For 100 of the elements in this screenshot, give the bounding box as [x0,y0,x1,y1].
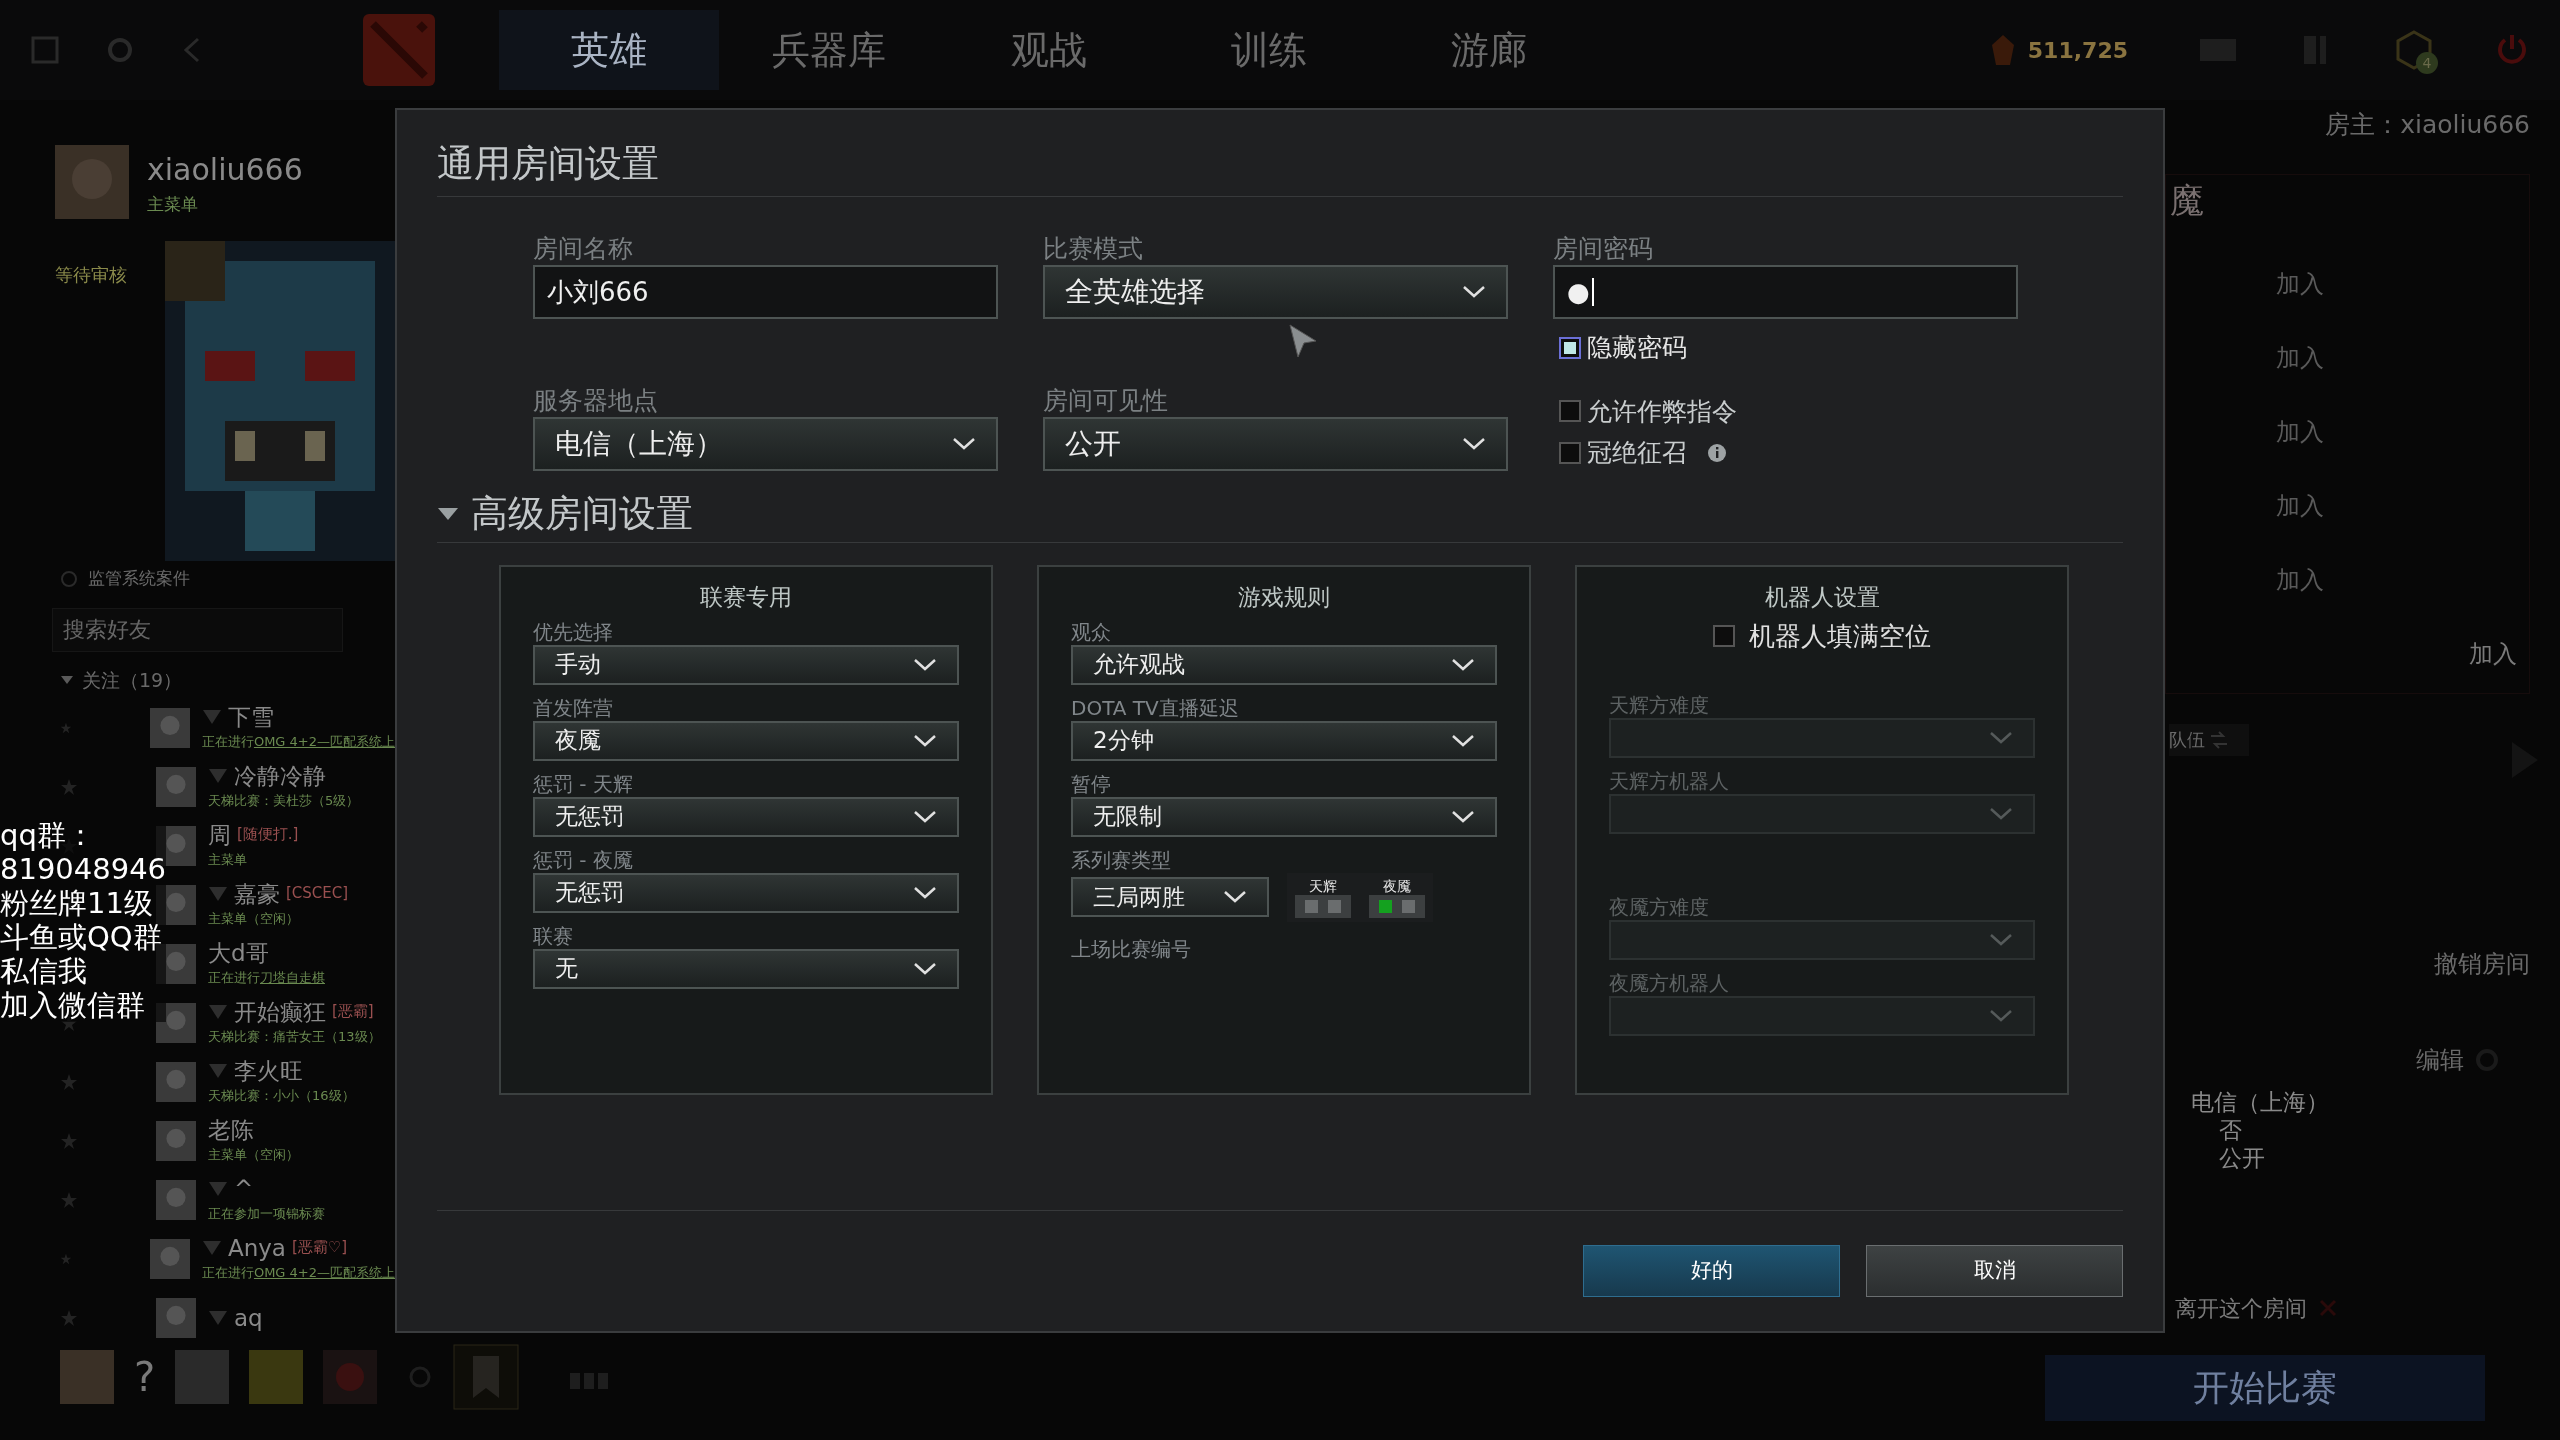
username: xiaoliu666 [147,150,303,189]
cursor-icon [1288,323,1318,359]
hexagon-icon[interactable] [2394,30,2434,70]
group-header[interactable]: 关注（19） [82,665,183,694]
join-link[interactable]: 加入 [2276,339,2324,376]
dropdown[interactable]: 无惩罚 [533,872,959,913]
help-icon[interactable]: ? [134,1347,156,1407]
info-value: 否 [2218,1115,2243,1144]
cancel-room-link[interactable]: 撤销房间 [2434,945,2530,982]
checkbox[interactable] [1559,336,1581,359]
avatar [149,1238,190,1279]
friend-status: 主菜单（空闲） [208,909,299,928]
friend-name: 嘉豪 [234,879,280,908]
chevron-down-icon [952,436,976,451]
game-link[interactable]: 刀塔自走棋 [260,966,325,989]
overlay-text: 819048946 [0,852,167,886]
close-icon[interactable] [2319,1299,2337,1317]
dropdown[interactable]: 允许观战 [1071,644,1497,685]
friend-status: 天梯比赛：小小（16级） [208,1086,355,1105]
chevron-down-icon [1462,285,1486,299]
field-label: 房间可见性 [1043,384,1169,417]
friend-name: 老陈 [208,1115,254,1144]
edit-link[interactable]: 编辑 [2416,1041,2464,1078]
section-toggle[interactable]: 高级房间设置 [437,489,2123,538]
join-link[interactable]: 加入 [2276,561,2324,598]
join-link[interactable]: 加入 [2469,635,2517,672]
overlay-text: 粉丝牌11级 [0,886,153,920]
dropdown[interactable]: 2分钟 [1071,720,1497,761]
overlay-text: 加入微信群 [0,988,145,1022]
team-label: 夜魇 [1383,876,1411,895]
field-label: 服务器地点 [533,384,659,417]
friend-status: 天梯比赛：美杜莎（5级） [208,791,360,810]
friend-name: 下雪 [227,702,274,731]
checkbox[interactable] [1713,625,1735,647]
checkbox-label: 冠绝征召 [1587,437,1687,469]
chevron-down-icon [913,885,937,900]
ok-button[interactable]: 好的 [1583,1245,1840,1297]
friend-name: aq [234,1303,263,1332]
chevron-down-icon [1989,806,2013,821]
field-label: 惩罚 - 天辉 [533,770,634,797]
nav-tab[interactable]: 游廊 [1379,10,1599,90]
nav-tab[interactable]: 英雄 [499,10,719,90]
friend-status: 正在进行 [201,732,254,751]
avatar [323,1350,378,1404]
input-field[interactable]: ● [1553,265,2018,319]
dropdown[interactable]: 电信（上海） [533,416,998,471]
game-link[interactable]: OMG 4+2—匹配系统上 [253,1261,395,1284]
field-label: 惩罚 - 夜魇 [533,846,634,873]
star-icon[interactable] [60,1131,78,1150]
checkbox[interactable] [1559,400,1581,423]
leave-room-link[interactable]: 离开这个房间 [2175,1291,2307,1325]
friend-name: 开始癫狂 [234,997,326,1026]
field-label: 优先选择 [533,618,614,645]
star-icon[interactable] [60,1190,78,1209]
star-icon[interactable] [60,1308,78,1327]
join-link[interactable]: 加入 [2276,265,2324,302]
dropdown[interactable]: 全英雄选择 [1043,265,1508,319]
swap-team-button[interactable]: 队伍 [2169,723,2249,756]
panel-title: 机器人设置 [1764,582,1880,612]
search-field[interactable]: 搜索好友 [52,607,343,652]
dropdown[interactable]: 无 [533,948,959,989]
dropdown[interactable]: 公开 [1043,416,1508,471]
friend-name: 冷静冷静 [234,761,326,790]
panel-title: 游戏规则 [1238,582,1330,612]
avatar [249,1350,304,1404]
field-label: 房间名称 [533,233,634,265]
cancel-button[interactable]: 取消 [1866,1245,2123,1297]
join-link[interactable]: 加入 [2276,487,2324,524]
star-icon[interactable] [60,1072,78,1091]
dropdown[interactable]: 三局两胜 [1071,877,1269,917]
game-link[interactable]: OMG 4+2—匹配系统上 [253,730,395,753]
chevron-down-icon [913,733,937,748]
banner-icon[interactable] [453,1344,520,1410]
dropdown[interactable]: 手动 [533,644,959,685]
nav-tab[interactable]: 兵器库 [719,10,939,90]
dropdown[interactable]: 夜魇 [533,720,959,761]
avatar [175,1350,230,1404]
input-field[interactable]: 小刘666 [533,265,998,319]
friend-name: Anya [227,1233,286,1262]
user-status: 主菜单 [147,192,199,216]
nav-tab[interactable]: 训练 [1159,10,1379,90]
dropdown[interactable]: 无限制 [1071,796,1497,837]
star-icon[interactable] [60,777,78,796]
chevron-down-icon [1989,932,2013,947]
checkbox-label: 机器人填满空位 [1749,619,1931,653]
field-label: 房间密码 [1553,233,1654,265]
field-label: 夜魇方机器人 [1609,969,1730,996]
field-label: 首发阵营 [533,694,614,721]
overlay-text: 斗鱼或QQ群 [0,920,162,954]
dialog-title: 通用房间设置 [437,141,660,187]
nav-tab[interactable]: 观战 [939,10,1159,90]
start-game-button[interactable]: 开始比赛 [2045,1354,2485,1421]
checkbox[interactable] [1559,441,1581,464]
chevron-down-icon [1989,1008,2013,1023]
friend-name: ^ [234,1174,254,1203]
field-label: 暂停 [1071,770,1112,797]
field-label: 比赛模式 [1043,233,1144,265]
dropdown[interactable]: 无惩罚 [533,796,959,837]
join-link[interactable]: 加入 [2276,413,2324,450]
team-title: 魔 [2169,178,2205,222]
